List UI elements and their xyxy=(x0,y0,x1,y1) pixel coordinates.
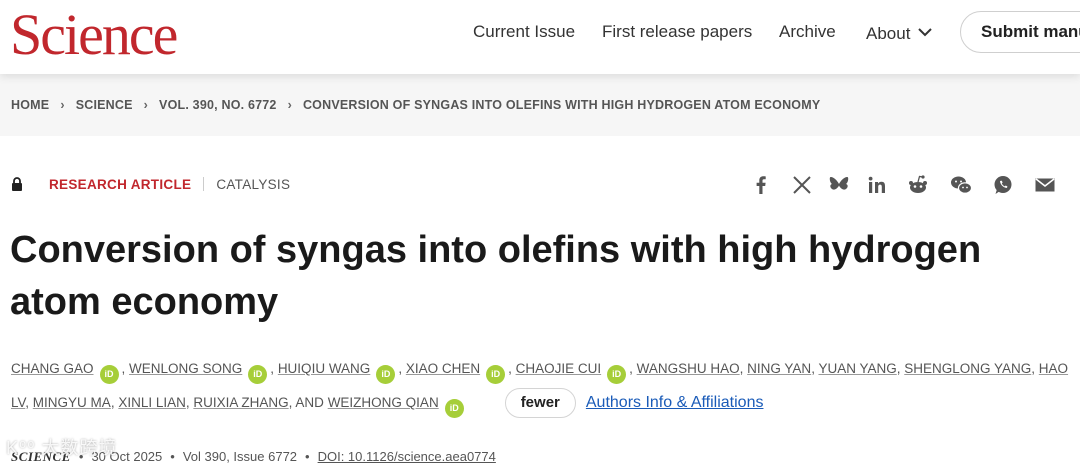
article-type[interactable]: RESEARCH ARTICLE xyxy=(49,177,191,192)
nav-about[interactable]: About xyxy=(866,22,933,44)
chevron-down-icon xyxy=(918,22,933,42)
author-name[interactable]: HUIQIU WANG xyxy=(278,361,371,376)
article-subject[interactable]: CATALYSIS xyxy=(216,177,290,192)
chevron-right-icon: › xyxy=(60,98,65,112)
reddit-icon[interactable] xyxy=(906,173,930,197)
breadcrumb-current: CONVERSION OF SYNGAS INTO OLEFINS WITH H… xyxy=(302,98,821,112)
nav-first-release-papers[interactable]: First release papers xyxy=(602,22,752,42)
whatsapp-icon[interactable] xyxy=(991,173,1015,197)
author-name[interactable]: WANGSHU HAO xyxy=(637,361,740,376)
author-name[interactable]: WEIZHONG QIAN xyxy=(328,395,439,410)
article-meta: RESEARCH ARTICLE CATALYSIS xyxy=(11,177,290,194)
nav-about-label: About xyxy=(866,24,911,43)
orcid-icon[interactable]: iD xyxy=(376,365,396,384)
chevron-right-icon: › xyxy=(287,98,292,112)
author-list: CHANG GAO iD, WENLONG SONG iD, HUIQIU WANG… xyxy=(11,352,1071,420)
orcid-icon[interactable]: iD xyxy=(99,365,119,384)
linkedin-icon[interactable] xyxy=(865,173,889,197)
x-icon[interactable] xyxy=(790,173,814,197)
orcid-icon[interactable]: iD xyxy=(486,365,506,384)
author-name[interactable]: XIAO CHEN xyxy=(406,361,480,376)
orcid-icon[interactable]: iD xyxy=(248,365,268,384)
breadcrumb: HOME › SCIENCE › VOL. 390, NO. 6772 › CONVERSI… xyxy=(11,98,820,112)
author-name[interactable]: NING YAN xyxy=(747,361,811,376)
lock-icon xyxy=(11,177,23,194)
divider xyxy=(203,177,205,191)
bluesky-icon[interactable] xyxy=(827,173,851,197)
author-name[interactable]: CHANG GAO xyxy=(11,361,94,376)
orcid-icon[interactable]: iD xyxy=(607,365,627,384)
article-title: Conversion of syngas into olefins with h… xyxy=(10,229,982,323)
facebook-icon[interactable] xyxy=(749,173,773,197)
volume-issue[interactable]: Vol 390, Issue 6772 xyxy=(183,449,297,464)
author-name[interactable]: YUAN YANG xyxy=(818,361,896,376)
watermark: K⁰⁰ 大数跨境 xyxy=(6,438,118,458)
breadcrumb-issue[interactable]: VOL. 390, NO. 6772 xyxy=(159,98,277,112)
nav-archive[interactable]: Archive xyxy=(779,22,836,42)
site-header: Science Current Issue First release pape… xyxy=(0,0,1080,74)
breadcrumb-home[interactable]: HOME xyxy=(11,98,49,112)
doi-link[interactable]: DOI: 10.1126/science.aea0774 xyxy=(318,449,496,464)
science-logo[interactable]: Science xyxy=(10,4,178,66)
author-and: AND xyxy=(295,395,324,410)
orcid-icon[interactable]: iD xyxy=(444,399,464,418)
author-name[interactable]: XINLI LIAN xyxy=(118,395,186,410)
wechat-icon[interactable] xyxy=(949,173,973,197)
author-name[interactable]: CHAOJIE CUI xyxy=(516,361,602,376)
author-name[interactable]: SHENGLONG YANG xyxy=(904,361,1031,376)
submit-manuscript-button[interactable]: Submit manus xyxy=(960,11,1080,53)
authors-info-link[interactable]: Authors Info & Affiliations xyxy=(586,394,764,411)
author-name[interactable]: RUIXIA ZHANG xyxy=(193,395,288,410)
breadcrumb-science[interactable]: SCIENCE xyxy=(76,98,133,112)
fewer-authors-button[interactable]: fewer xyxy=(504,388,576,418)
author-name[interactable]: WENLONG SONG xyxy=(129,361,242,376)
nav-current-issue[interactable]: Current Issue xyxy=(473,22,575,42)
chevron-right-icon: › xyxy=(143,98,149,112)
author-name[interactable]: MINGYU MA xyxy=(33,395,111,410)
email-icon[interactable] xyxy=(1033,173,1057,197)
